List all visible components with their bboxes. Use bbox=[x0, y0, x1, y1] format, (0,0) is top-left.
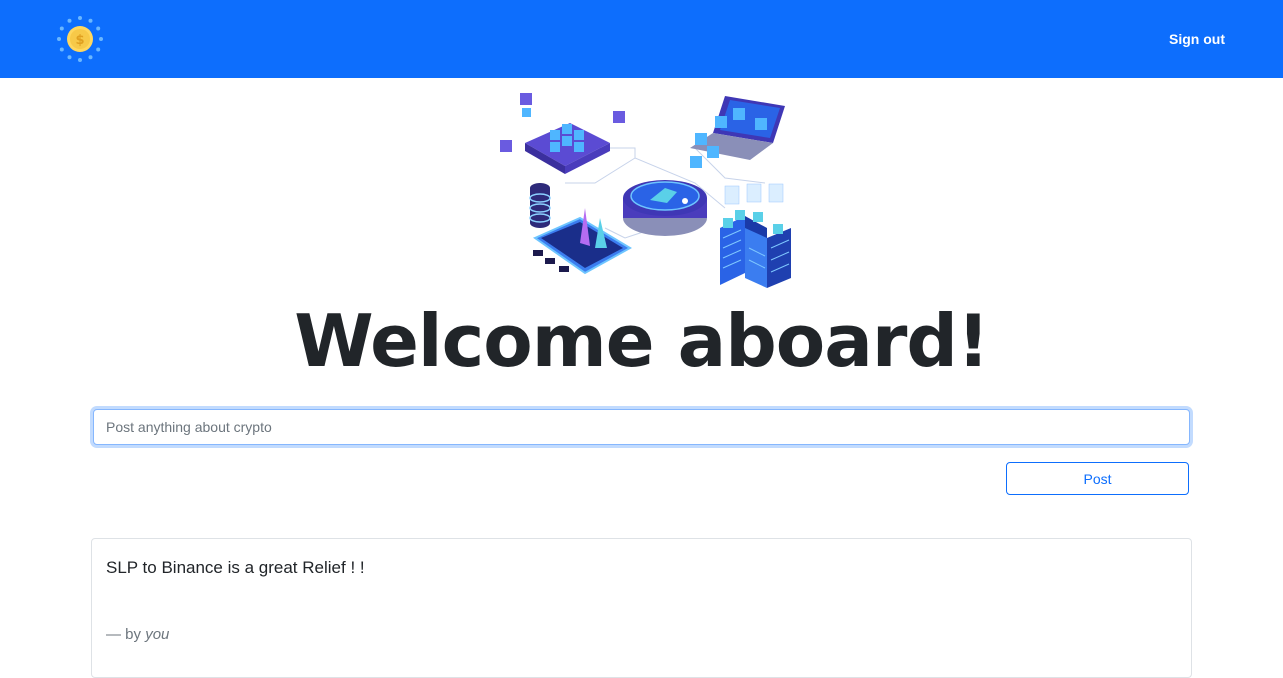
post-input[interactable] bbox=[93, 409, 1190, 445]
post-button[interactable]: Post bbox=[1006, 462, 1189, 495]
coin-logo-icon[interactable]: $ bbox=[56, 15, 104, 63]
blockchain-illustration bbox=[500, 93, 791, 288]
post-byline: — by you bbox=[106, 626, 169, 643]
sign-out-link[interactable]: Sign out bbox=[1169, 31, 1225, 47]
post-text: SLP to Binance is a great Relief ! ! bbox=[106, 558, 365, 577]
svg-text:$: $ bbox=[75, 33, 84, 48]
top-navbar: $ Sign out bbox=[0, 0, 1283, 78]
post-card: SLP to Binance is a great Relief ! ! — b… bbox=[91, 538, 1192, 678]
byline-prefix: — by bbox=[106, 626, 142, 643]
post-author: you bbox=[145, 626, 170, 643]
welcome-heading: Welcome aboard! bbox=[294, 299, 990, 383]
